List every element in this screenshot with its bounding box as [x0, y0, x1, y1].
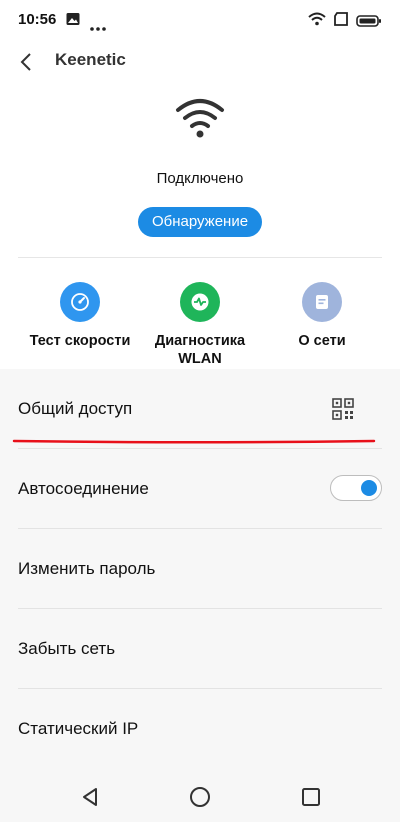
battery-icon [356, 14, 382, 32]
chevron-left-icon [20, 53, 31, 71]
image-icon [66, 12, 80, 31]
list-item-change-password[interactable]: Изменить пароль [0, 529, 400, 609]
list-item-label: Забыть сеть [18, 639, 116, 658]
navigation-bar [0, 772, 400, 822]
action-label: Диагностика WLAN [154, 333, 246, 367]
circle-home-icon[interactable] [188, 785, 212, 809]
status-time: 10:56 [18, 11, 57, 28]
document-icon [302, 282, 342, 322]
autoconnect-toggle[interactable] [330, 475, 382, 501]
more-dots-icon [90, 18, 106, 36]
square-recents-icon[interactable] [299, 785, 323, 809]
red-annotation-underline [12, 431, 376, 444]
list-item-label: Автосоединение [18, 479, 149, 498]
qr-code-icon[interactable] [332, 398, 354, 420]
divider [18, 257, 382, 258]
wlan-diagnostics-button[interactable]: Диагностика WLAN [140, 282, 260, 368]
triangle-back-icon[interactable] [78, 785, 102, 809]
sim-icon [333, 12, 349, 31]
pulse-icon [180, 282, 220, 322]
list-item-label: Общий доступ [18, 399, 133, 418]
list-item-label: Изменить пароль [18, 559, 156, 578]
speed-test-button[interactable]: Тест скорости [20, 282, 140, 350]
wifi-icon [175, 98, 225, 145]
action-label: Тест скорости [29, 333, 131, 349]
settings-list: Общий доступ Автосоединение Изменить пар… [0, 369, 400, 772]
app-header: Keenetic [0, 40, 400, 84]
list-item-static-ip[interactable]: Статический IP [0, 689, 400, 769]
page-title: Keenetic [55, 50, 126, 69]
wifi-icon [308, 12, 326, 31]
toggle-knob [361, 480, 377, 496]
network-info-button[interactable]: О сети [262, 282, 382, 350]
list-item-forget-network[interactable]: Забыть сеть [0, 609, 400, 689]
speedometer-icon [60, 282, 100, 322]
list-item-label: Статический IP [18, 719, 139, 738]
discover-button[interactable]: Обнаружение [138, 207, 262, 237]
status-bar: 10:56 [0, 0, 400, 40]
connection-status: Подключено [156, 170, 244, 187]
back-button[interactable] [10, 46, 42, 78]
list-item-autoconnect[interactable]: Автосоединение [0, 449, 400, 529]
action-label: О сети [298, 333, 346, 349]
